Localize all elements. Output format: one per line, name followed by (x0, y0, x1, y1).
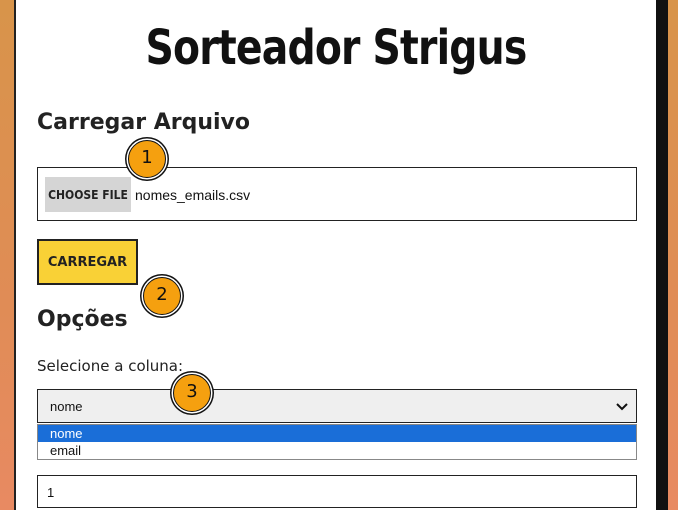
dropdown-option[interactable]: email (38, 442, 636, 459)
upload-heading: Carregar Arquivo (37, 110, 250, 135)
main-panel: Sorteador Strigus Carregar Arquivo CHOOS… (14, 0, 656, 510)
dropdown-option[interactable]: nome (38, 425, 636, 442)
file-input[interactable]: CHOOSE FILE nomes_emails.csv (37, 167, 637, 221)
column-select-value: nome (50, 399, 83, 414)
step-marker-2: 2 (143, 277, 181, 315)
options-heading: Opções (37, 307, 128, 332)
page-title: Sorteador Strigus (145, 20, 528, 76)
load-button[interactable]: CARREGAR (37, 239, 138, 285)
column-dropdown-list: nome email (37, 424, 637, 460)
window-edge (656, 0, 668, 510)
selected-file-name: nomes_emails.csv (135, 187, 251, 203)
column-select[interactable]: nome (37, 389, 637, 423)
step-marker-3: 3 (173, 374, 211, 412)
step-marker-1: 1 (128, 140, 166, 178)
column-label: Selecione a coluna: (37, 357, 184, 375)
quantity-value: 1 (47, 485, 55, 500)
chevron-down-icon (616, 403, 628, 411)
quantity-input[interactable]: 1 (37, 475, 637, 508)
choose-file-button[interactable]: CHOOSE FILE (45, 177, 131, 212)
